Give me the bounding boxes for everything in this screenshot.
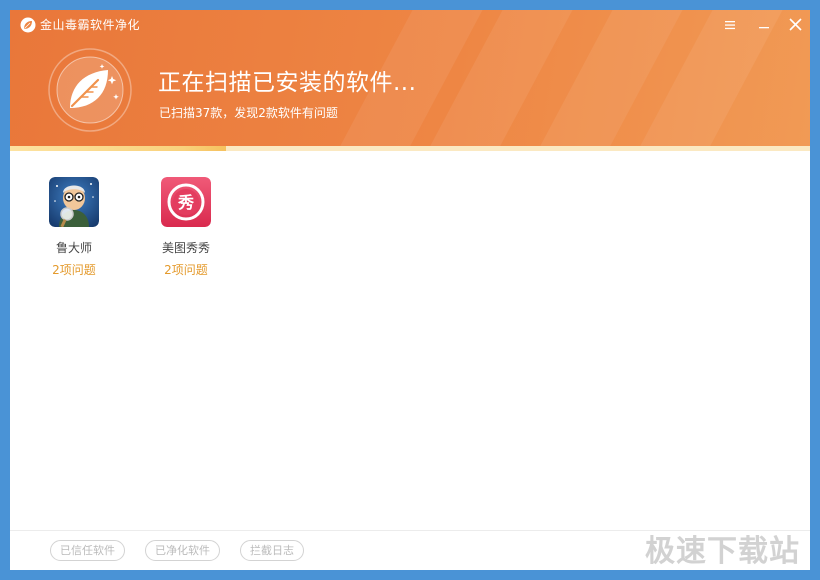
scan-status-subtitle: 已扫描37款，发现2款软件有问题 (159, 106, 338, 120)
close-icon[interactable] (786, 16, 804, 34)
leaf-logo-icon (20, 17, 36, 33)
intercept-log-button[interactable]: 拦截日志 (240, 540, 304, 561)
hamburger-icon[interactable] (721, 16, 739, 34)
title-bar: 金山毒霸软件净化 (10, 10, 810, 40)
app-window: 金山毒霸软件净化 正在扫描已安装的软件... 已扫描37款，发现2款软件有问题 … (10, 10, 810, 570)
minimize-icon[interactable] (755, 16, 773, 34)
svg-text:秀: 秀 (177, 193, 194, 212)
duba-leaf-logo-icon (48, 48, 132, 132)
app-item-ludashi[interactable]: 鲁大师 2项问题 (19, 172, 129, 282)
app-issue-count[interactable]: 2项问题 (19, 261, 129, 278)
cleaned-software-button[interactable]: 已净化软件 (145, 540, 220, 561)
ludashi-icon (49, 177, 99, 227)
scan-header: 金山毒霸软件净化 正在扫描已安装的软件... 已扫描37款，发现2款软件有问题 (10, 10, 810, 146)
app-item-meitu[interactable]: 秀 美图秀秀 2项问题 (131, 172, 241, 282)
app-issue-count[interactable]: 2项问题 (131, 261, 241, 278)
site-watermark: 极速下载站 (645, 534, 800, 569)
trusted-software-button[interactable]: 已信任软件 (50, 540, 125, 561)
window-title: 金山毒霸软件净化 (40, 18, 141, 32)
scan-progress-fill (10, 146, 226, 151)
problem-apps-list: 鲁大师 2项问题 秀 美图秀秀 2项问题 (10, 172, 810, 292)
scan-progress-bar (10, 146, 810, 151)
meitu-xiuxiu-icon: 秀 (161, 177, 211, 227)
app-name: 美图秀秀 (161, 241, 210, 255)
app-name: 鲁大师 (55, 241, 92, 255)
scan-status-title: 正在扫描已安装的软件... (158, 70, 417, 96)
